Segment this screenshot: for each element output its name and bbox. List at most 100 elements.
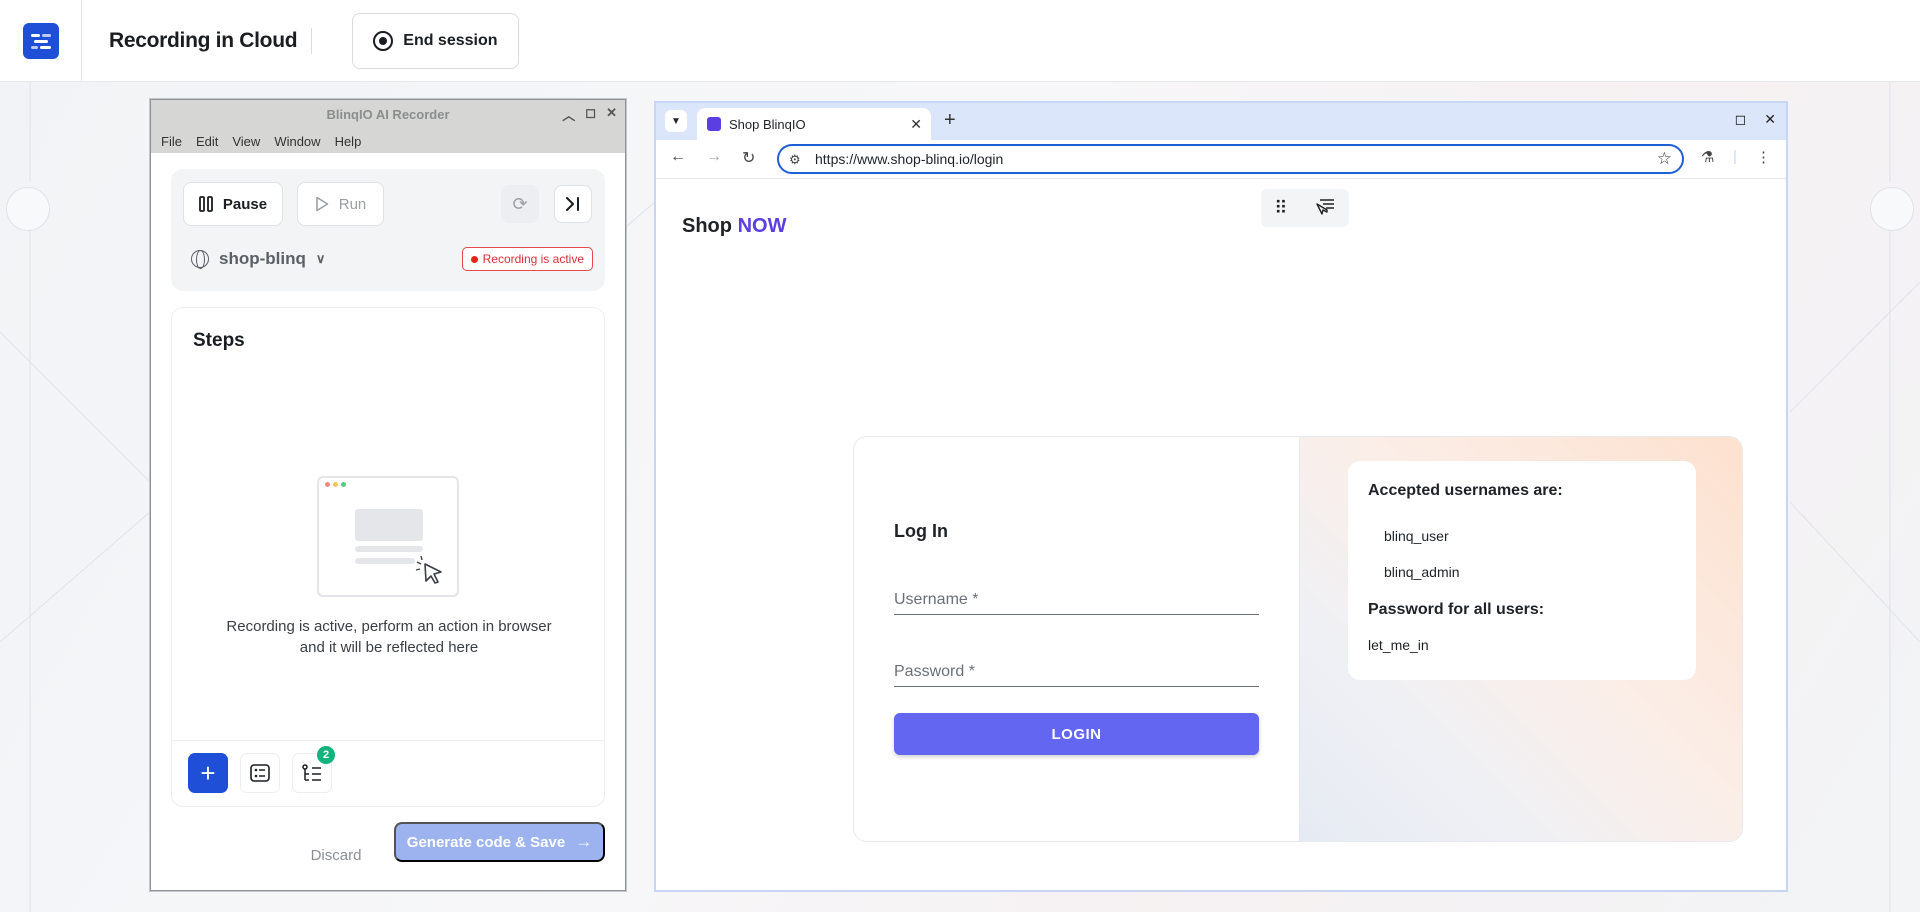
tab-title: Shop BlinqIO: [729, 116, 806, 132]
web-page: Shop NOW ⠿ Log In Username * Password *: [656, 178, 1786, 890]
accepted-usernames-heading: Accepted usernames are:: [1368, 482, 1563, 499]
url-text: https://www.shop-blinq.io/login: [815, 151, 1004, 167]
chevron-down-icon: ▼: [671, 115, 681, 127]
browser-close-icon[interactable]: ✕: [1764, 111, 1776, 128]
run-label: Run: [338, 195, 367, 213]
skip-end-icon: [566, 197, 579, 211]
pause-label: Pause: [222, 195, 268, 213]
empty-state-illustration: [317, 476, 459, 597]
steps-title: Steps: [193, 330, 245, 351]
control-card: Pause Run ⟳ shop-blinq ∨ Recording is ac…: [171, 169, 605, 291]
username-item: blinq_admin: [1384, 564, 1460, 580]
back-arrow-icon[interactable]: ←: [670, 148, 686, 166]
minimize-icon[interactable]: ︿: [562, 105, 575, 124]
labs-flask-icon[interactable]: ⚗: [1701, 148, 1714, 166]
site-settings-icon[interactable]: ⚙: [789, 152, 801, 168]
tab-close-icon[interactable]: ✕: [910, 116, 922, 133]
canvas-handle-left[interactable]: [6, 187, 50, 231]
top-bar: Recording in Cloud End session: [0, 0, 1920, 82]
recorder-menubar: File Edit View Window Help: [151, 129, 625, 153]
list-tree-icon: [302, 764, 321, 781]
refresh-icon: ⟳: [512, 193, 528, 214]
login-form: Log In Username * Password * LOGIN: [854, 437, 1299, 841]
chevron-down-icon: ∨: [315, 251, 326, 266]
new-tab-button[interactable]: +: [944, 109, 956, 132]
end-session-label: End session: [403, 31, 498, 49]
password-field[interactable]: Password *: [894, 657, 1259, 687]
steps-footer: + 2: [172, 740, 604, 806]
pause-button[interactable]: Pause: [183, 182, 283, 226]
globe-icon: [191, 250, 209, 269]
recorder-titlebar[interactable]: BlinqIO AI Recorder ︿ ◻ ✕: [151, 100, 625, 129]
forward-arrow-icon[interactable]: →: [706, 148, 722, 166]
step-count-badge: 2: [317, 746, 335, 764]
tab-strip: ▼ Shop BlinqIO ✕ + ◻ ✕: [656, 103, 1786, 140]
project-selector[interactable]: shop-blinq ∨: [191, 249, 325, 269]
browser-menu-icon[interactable]: ⋮: [1756, 148, 1771, 166]
reload-icon[interactable]: ↻: [742, 148, 755, 168]
menu-view[interactable]: View: [232, 134, 260, 149]
canvas-handle-right[interactable]: [1870, 187, 1914, 231]
password-placeholder: Password *: [894, 662, 975, 680]
pause-icon: [198, 196, 213, 212]
password-heading: Password for all users:: [1368, 601, 1545, 618]
logo-cell: [0, 0, 82, 82]
close-icon[interactable]: ✕: [606, 105, 617, 124]
menu-file[interactable]: File: [161, 134, 182, 149]
password-value: let_me_in: [1368, 637, 1429, 653]
add-step-button[interactable]: +: [188, 753, 228, 793]
username-placeholder: Username *: [894, 590, 979, 608]
title-divider: [311, 27, 313, 54]
pointer-select-icon[interactable]: [1314, 198, 1336, 218]
tab-search-button[interactable]: ▼: [665, 110, 687, 132]
steps-tree-button[interactable]: 2: [292, 746, 335, 793]
plus-icon: +: [200, 758, 216, 788]
username-field[interactable]: Username *: [894, 585, 1259, 615]
recorder-floating-toolbar: ⠿: [1261, 189, 1349, 227]
empty-state-message: Recording is active, perform an action i…: [226, 618, 552, 656]
step-list-button[interactable]: [240, 753, 280, 793]
credentials-info-box: Accepted usernames are: blinq_user blinq…: [1348, 461, 1696, 680]
site-brand[interactable]: Shop NOW: [682, 215, 786, 238]
maximize-icon[interactable]: ◻: [585, 105, 596, 124]
recorder-window: BlinqIO AI Recorder ︿ ◻ ✕ File Edit View…: [150, 99, 626, 891]
recorder-window-title: BlinqIO AI Recorder: [326, 107, 450, 122]
cursor-click-icon: [415, 555, 442, 584]
drag-handle-icon[interactable]: ⠿: [1274, 198, 1287, 219]
generate-save-button[interactable]: Generate code & Save →: [394, 822, 605, 862]
arrow-right-icon: →: [575, 832, 593, 851]
page-title: Recording in Cloud: [109, 28, 298, 52]
skip-to-end-button[interactable]: [554, 185, 592, 223]
steps-panel: Steps Recording is active, perform an ac…: [171, 307, 605, 807]
end-session-button[interactable]: End session: [352, 12, 519, 69]
browser-window: ▼ Shop BlinqIO ✕ + ◻ ✕ ← → ↻ ⚙ https://w…: [654, 101, 1788, 892]
refresh-button[interactable]: ⟳: [501, 185, 539, 223]
play-icon: [315, 196, 329, 212]
menu-help[interactable]: Help: [335, 134, 362, 149]
address-bar[interactable]: ⚙ https://www.shop-blinq.io/login ☆: [777, 144, 1684, 174]
record-stop-icon: [373, 30, 394, 51]
discard-button[interactable]: Discard: [301, 836, 371, 874]
browser-tab[interactable]: Shop BlinqIO ✕: [697, 108, 931, 140]
username-item: blinq_user: [1384, 528, 1449, 544]
run-button[interactable]: Run: [297, 182, 384, 226]
checklist-icon: [250, 764, 270, 782]
bookmark-star-icon[interactable]: ☆: [1657, 149, 1672, 169]
browser-toolbar: ← → ↻ ⚙ https://www.shop-blinq.io/login …: [656, 140, 1786, 178]
login-button[interactable]: LOGIN: [894, 713, 1259, 755]
login-title: Log In: [894, 521, 948, 541]
generate-label: Generate code & Save: [406, 833, 566, 851]
recording-status-badge: Recording is active: [461, 247, 593, 271]
recorder-body: Pause Run ⟳ shop-blinq ∨ Recording is ac…: [151, 153, 625, 890]
brand-now: NOW: [737, 215, 787, 237]
menu-window[interactable]: Window: [274, 134, 320, 149]
plus-icon: +: [944, 109, 956, 131]
app-logo-icon[interactable]: [22, 22, 59, 59]
brand-shop: Shop: [682, 215, 732, 237]
menu-edit[interactable]: Edit: [196, 134, 218, 149]
browser-maximize-icon[interactable]: ◻: [1735, 111, 1747, 128]
favicon-icon: [707, 117, 721, 131]
toolbar-divider: |: [1733, 148, 1737, 165]
project-name: shop-blinq: [219, 249, 306, 268]
credentials-panel: Accepted usernames are: blinq_user blinq…: [1299, 437, 1742, 841]
